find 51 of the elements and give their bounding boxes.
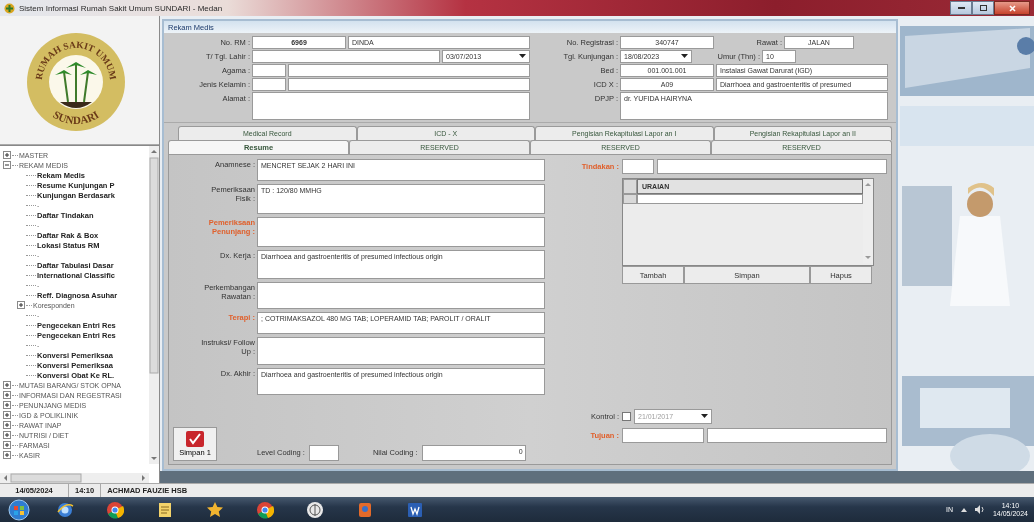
expand-icon[interactable] <box>17 301 25 309</box>
expand-icon[interactable] <box>3 391 11 399</box>
speaker-icon[interactable] <box>974 505 985 514</box>
maximize-button[interactable] <box>972 1 994 15</box>
up-arrow-icon[interactable] <box>960 507 967 512</box>
close-button[interactable] <box>994 1 1030 15</box>
logo-text: SUNDARI <box>51 108 101 127</box>
star-icon[interactable] <box>206 500 224 519</box>
browser-icon[interactable] <box>106 500 124 519</box>
input-field[interactable] <box>308 445 339 461</box>
expand-icon[interactable] <box>3 151 11 159</box>
input-field[interactable] <box>657 159 887 174</box>
input-field[interactable] <box>288 78 530 91</box>
checkmark-icon[interactable] <box>186 431 204 447</box>
table-cell[interactable] <box>637 194 863 204</box>
expand-icon[interactable] <box>3 401 11 409</box>
notepad-icon[interactable] <box>156 500 174 519</box>
input-field[interactable] <box>288 64 530 77</box>
minimize-icon[interactable] <box>957 6 965 10</box>
text-area[interactable] <box>257 337 545 365</box>
expand-icon[interactable] <box>3 431 11 439</box>
vertical-scrollbar[interactable] <box>149 146 159 464</box>
input-field[interactable] <box>622 159 654 174</box>
horizontal-scrollbar[interactable] <box>0 473 149 483</box>
expand-icon[interactable] <box>3 381 11 389</box>
expand-icon[interactable] <box>3 441 11 449</box>
expand-icon[interactable] <box>3 421 11 429</box>
text-area[interactable] <box>257 217 545 247</box>
caret-icon[interactable] <box>681 54 688 59</box>
app-icon[interactable] <box>356 500 374 519</box>
text-area[interactable] <box>257 282 545 309</box>
maximize-icon[interactable] <box>979 5 987 11</box>
document-icon[interactable] <box>406 500 424 519</box>
input-field[interactable] <box>252 50 440 63</box>
app-icon <box>4 2 15 14</box>
input-field[interactable] <box>252 92 530 120</box>
input-field[interactable] <box>622 428 704 443</box>
input-field[interactable] <box>252 64 286 77</box>
close-icon[interactable] <box>1008 4 1016 12</box>
input-field[interactable] <box>252 78 286 91</box>
input-field[interactable] <box>707 428 887 443</box>
browser-icon[interactable] <box>56 500 74 519</box>
start-button[interactable] <box>8 498 30 521</box>
minimize-button[interactable] <box>950 1 972 15</box>
collapse-icon[interactable] <box>3 161 11 169</box>
expand-icon[interactable] <box>3 411 11 419</box>
expand-icon[interactable] <box>3 451 11 459</box>
window-title: Sistem Informasi Rumah Sakit Umum SUNDARI - Medan <box>19 3 223 13</box>
caret-icon[interactable] <box>519 54 526 59</box>
emblem-icon[interactable] <box>306 500 324 519</box>
browser-icon[interactable] <box>256 500 274 519</box>
